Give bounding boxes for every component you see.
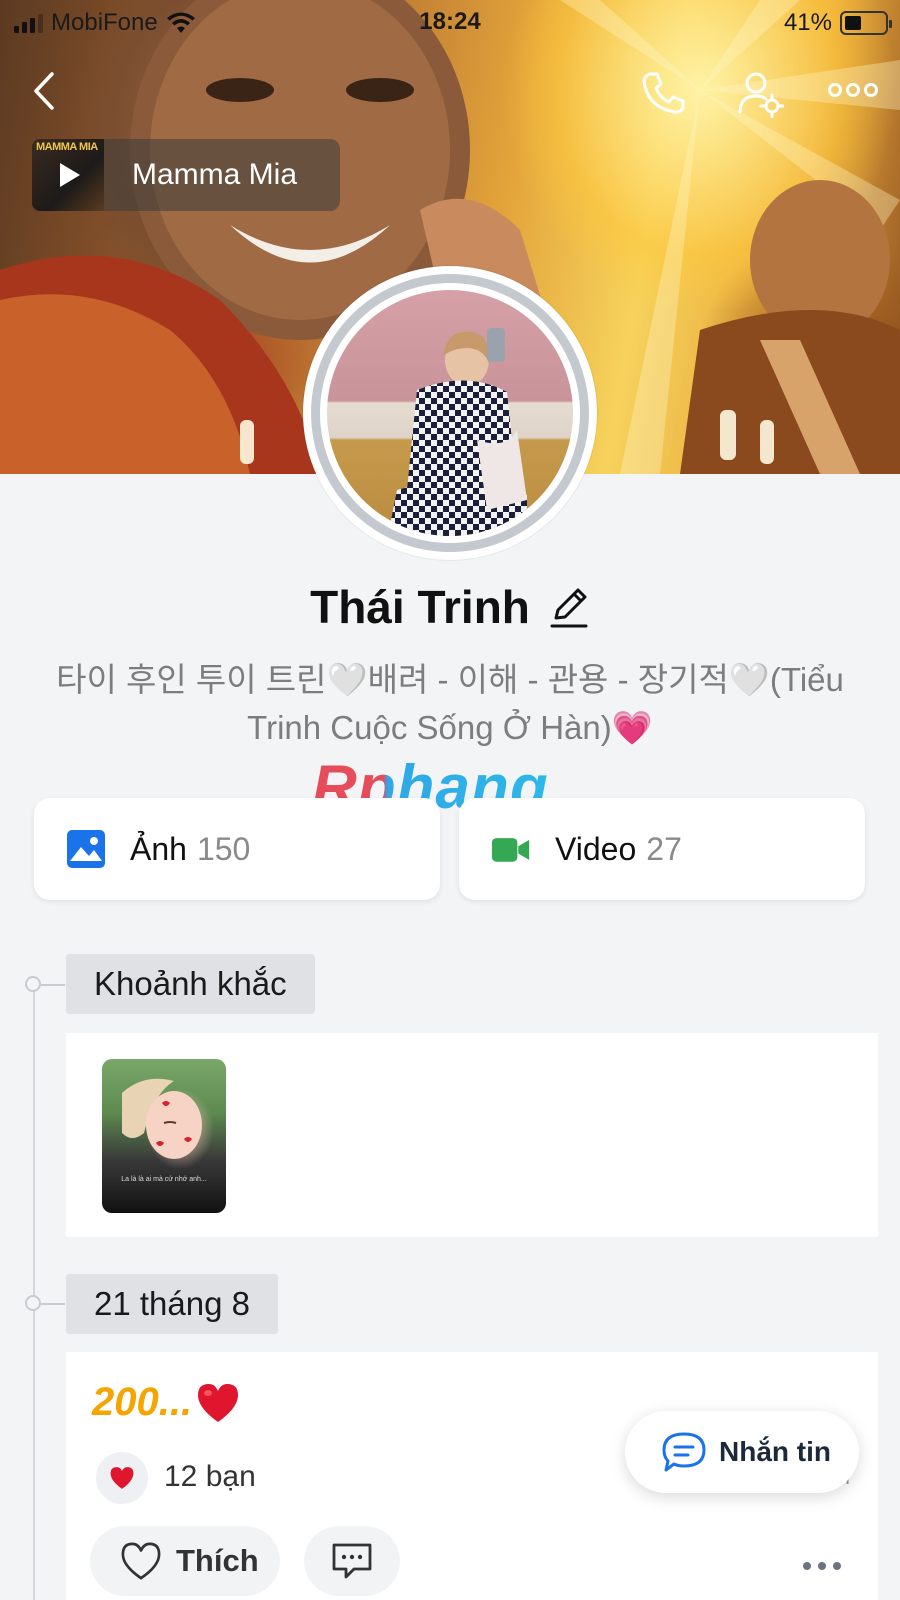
battery-icon xyxy=(840,11,892,35)
photos-count: 150 xyxy=(196,830,251,867)
timeline-dot xyxy=(25,1295,65,1311)
status-bar: MobiFone 18:24 41% xyxy=(0,0,900,46)
reaction-badge[interactable] xyxy=(96,1452,148,1504)
message-label: Nhắn tin xyxy=(719,1436,831,1467)
avatar-photo xyxy=(327,290,573,536)
moments-section: La là là ai mà cứ nhớ anh... xyxy=(66,1033,878,1237)
album-text: MAMMA MIA xyxy=(36,141,98,153)
chat-icon xyxy=(662,1432,706,1472)
phone-icon[interactable] xyxy=(640,70,686,116)
status-time: 18:24 xyxy=(419,8,481,35)
image-icon xyxy=(67,830,105,868)
pencil-icon[interactable] xyxy=(548,584,590,630)
videos-card[interactable]: Video 27 xyxy=(459,798,865,900)
timeline-line xyxy=(33,985,35,1600)
profile-bio: 타이 후인 투이 트린🤍배려 - 이해 - 관용 - 장기적🤍(Tiểu Tri… xyxy=(56,661,844,746)
timeline-dot xyxy=(25,976,65,992)
photos-card[interactable]: Ảnh 150 xyxy=(34,798,440,900)
play-icon[interactable] xyxy=(52,159,84,191)
heart-icon xyxy=(198,1383,239,1422)
profile-name-row: Thái Trinh xyxy=(0,580,900,634)
battery-level xyxy=(845,16,861,30)
heart-outline-icon xyxy=(121,1542,161,1580)
avatar-person-illustration xyxy=(387,328,527,536)
post-more-icon[interactable] xyxy=(802,1560,842,1572)
avatar[interactable] xyxy=(303,266,597,560)
post-title: 200... xyxy=(92,1380,240,1425)
moment-caption: La là là ai mà cứ nhớ anh... xyxy=(121,1176,207,1183)
moment-thumbnail[interactable]: La là là ai mà cứ nhớ anh... xyxy=(102,1059,226,1213)
moments-label: Khoảnh khắc xyxy=(66,954,315,1014)
date-label: 21 tháng 8 xyxy=(66,1274,278,1334)
profile-name: Thái Trinh xyxy=(310,581,530,633)
album-art: MAMMA MIA xyxy=(32,139,104,211)
comment-icon xyxy=(332,1543,372,1579)
reaction-count[interactable]: 12 bạn xyxy=(164,1460,256,1494)
heart-reaction-icon xyxy=(110,1467,134,1489)
back-icon[interactable] xyxy=(30,70,60,112)
like-button[interactable]: Thích xyxy=(90,1526,280,1596)
videos-label: Video xyxy=(555,830,637,867)
battery-percent: 41% xyxy=(783,9,832,36)
comment-button[interactable] xyxy=(304,1526,400,1596)
video-camera-icon xyxy=(491,838,530,862)
message-button[interactable]: Nhắn tin xyxy=(625,1411,859,1493)
like-label: Thích xyxy=(176,1543,259,1578)
status-right: 41% xyxy=(783,9,892,37)
post-title-text: 200... xyxy=(92,1380,193,1424)
user-settings-icon[interactable] xyxy=(736,70,784,118)
profile-music[interactable]: MAMMA MIA Mamma Mia xyxy=(32,139,340,211)
moment-face-illustration xyxy=(122,1078,202,1159)
videos-count: 27 xyxy=(646,830,682,867)
more-icon[interactable] xyxy=(828,78,878,102)
music-title: Mamma Mia xyxy=(132,158,298,191)
photos-label: Ảnh xyxy=(130,830,187,867)
